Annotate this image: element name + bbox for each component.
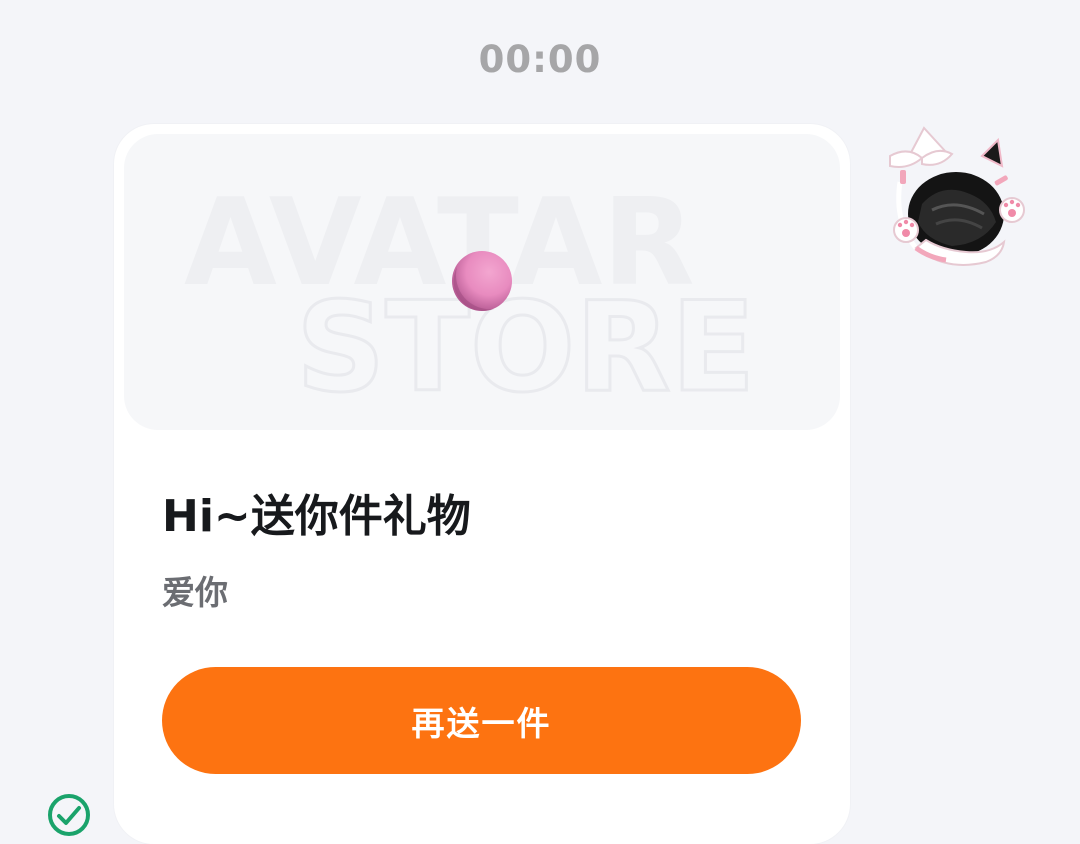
banner-word-store: STORE — [296, 276, 756, 420]
gift-card[interactable]: AVATAR STORE Hi~送你件礼物 爱你 再送一件 — [114, 124, 850, 844]
pink-orb-icon — [452, 251, 512, 311]
cat-ear-avatar-icon — [889, 126, 1025, 266]
gift-title: Hi~送你件礼物 — [162, 491, 471, 542]
gift-banner: AVATAR STORE — [124, 134, 840, 430]
check-circle-icon — [46, 792, 92, 838]
message-timestamp: 00:00 — [478, 38, 602, 81]
send-again-button[interactable]: 再送一件 — [162, 667, 801, 774]
gift-message: 爱你 — [162, 573, 228, 612]
sender-avatar[interactable] — [886, 122, 1032, 278]
avatar-store-graphic: AVATAR STORE — [184, 174, 757, 422]
